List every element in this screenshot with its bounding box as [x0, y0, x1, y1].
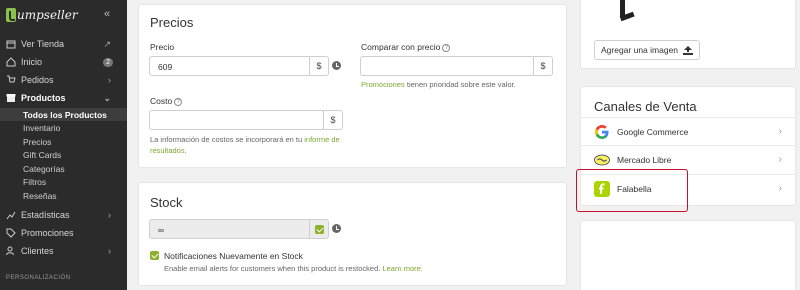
tag-icon: [6, 228, 16, 238]
sidebar-subitem-gift-cards[interactable]: Gift Cards: [0, 148, 127, 161]
schedule-price-clock-icon[interactable]: [332, 61, 341, 70]
promociones-note-text: tienen prioridad sobre este valor.: [404, 80, 516, 89]
chevron-down-icon: ⌄: [103, 92, 111, 103]
google-icon: [595, 124, 609, 139]
sidebar-subitem-filtros[interactable]: Filtros: [0, 175, 127, 188]
sidebar-item-clientes[interactable]: Clientes ›: [0, 243, 127, 259]
costo-label-text: Costo: [150, 96, 173, 106]
empty-card: [580, 220, 796, 290]
logo-mark-icon: [6, 8, 16, 22]
sidebar-item-pedidos[interactable]: Pedidos ›: [0, 72, 127, 88]
sidebar-item-estadisticas[interactable]: Estadísticas ›: [0, 207, 127, 223]
sidebar-item-label: Ver Tienda: [21, 39, 65, 49]
notify-restock-label: Notificaciones Nuevamente en Stock: [164, 251, 303, 261]
sidebar-item-inicio[interactable]: Inicio 2: [0, 54, 127, 70]
sidebar-subitem-precios[interactable]: Precios: [0, 135, 127, 148]
chevron-right-icon: ›: [778, 183, 782, 194]
chevron-right-icon: ›: [108, 210, 111, 220]
canales-title: Canales de Venta: [594, 99, 697, 114]
logo-text: umpseller: [17, 8, 78, 22]
sidebar: umpseller « Ver Tienda ↗ Inicio 2 Pedido…: [0, 0, 127, 290]
notify-restock-desc-text: Enable email alerts for customers when t…: [164, 264, 383, 273]
precio-currency-addon: $: [309, 56, 329, 76]
learn-more-link[interactable]: Learn more.: [382, 264, 422, 273]
users-icon: [6, 246, 14, 256]
promociones-link[interactable]: Promociones: [361, 80, 405, 89]
box-icon: [6, 94, 16, 102]
sidebar-subitem-categorias[interactable]: Categorías: [0, 162, 127, 175]
upload-icon: [683, 45, 694, 55]
sidebar-subitem-label: Filtros: [23, 176, 47, 187]
comparar-label-text: Comparar con precio: [361, 42, 441, 52]
sidebar-item-label: Estadísticas: [21, 210, 70, 220]
sidebar-item-label: Pedidos: [21, 75, 54, 85]
comparar-precio-input[interactable]: [360, 56, 534, 76]
promociones-note: Promociones tienen prioridad sobre este …: [361, 79, 516, 90]
help-icon[interactable]: ?: [174, 97, 183, 106]
precio-input[interactable]: 609: [149, 56, 311, 76]
sidebar-subitem-label: Todos los Productos: [23, 109, 107, 120]
costo-note-text: La información de costos se incorporará …: [150, 135, 305, 144]
sidebar-item-label: Promociones: [21, 228, 74, 238]
agregar-imagen-button[interactable]: Agregar una imagen: [594, 40, 701, 60]
comparar-label: Comparar con precio?: [361, 42, 451, 52]
notification-badge: 2: [103, 57, 113, 67]
agregar-imagen-label: Agregar una imagen: [601, 45, 679, 55]
costo-note-end: .: [184, 146, 187, 155]
sidebar-item-label: Clientes: [21, 246, 54, 256]
storefront-icon: [6, 40, 16, 49]
channel-google-commerce[interactable]: Google Commerce ›: [580, 117, 796, 145]
precios-title: Precios: [150, 15, 194, 30]
chart-icon: [6, 211, 16, 220]
precio-label: Precio: [150, 42, 175, 52]
falabella-highlight-box: [576, 169, 688, 212]
channel-label: Google Commerce: [617, 126, 689, 137]
channel-label: Mercado Libre: [617, 154, 672, 165]
chevron-right-icon: ›: [778, 154, 782, 165]
sidebar-subitem-todos-productos[interactable]: Todos los Productos: [0, 108, 127, 121]
jumpseller-logo[interactable]: umpseller: [6, 8, 78, 22]
sidebar-item-ver-tienda[interactable]: Ver Tienda ↗: [0, 36, 127, 52]
sidebar-item-label: Productos: [21, 93, 66, 103]
cart-icon: [7, 75, 16, 83]
costo-note: La información de costos se incorporará …: [150, 134, 350, 156]
schedule-stock-clock-icon[interactable]: [332, 224, 341, 233]
mercado-libre-icon: [594, 154, 610, 165]
product-image-thumbnail[interactable]: [616, 0, 640, 22]
sidebar-subitem-label: Precios: [23, 136, 52, 147]
help-icon[interactable]: ?: [442, 43, 451, 52]
costo-label: Costo?: [150, 96, 183, 106]
chevron-right-icon: ›: [108, 246, 111, 256]
sidebar-item-promociones[interactable]: Promociones: [0, 225, 127, 241]
sidebar-subitem-label: Categorías: [23, 163, 65, 174]
chevron-right-icon: ›: [778, 126, 782, 137]
sidebar-subitem-inventario[interactable]: Inventario: [0, 121, 127, 134]
sidebar-subitem-label: Gift Cards: [23, 149, 62, 160]
sidebar-subitem-resenas[interactable]: Reseñas: [0, 189, 127, 202]
sidebar-item-label: Inicio: [21, 57, 43, 67]
chevron-right-icon: ›: [108, 75, 111, 85]
sidebar-subitem-label: Reseñas: [23, 190, 57, 201]
costo-currency-addon: $: [323, 110, 343, 130]
comparar-currency-addon: $: [533, 56, 553, 76]
collapse-sidebar-icon[interactable]: «: [104, 8, 110, 20]
sidebar-item-productos[interactable]: Productos ⌄: [0, 90, 127, 106]
costo-input[interactable]: [149, 110, 324, 130]
external-link-icon: ↗: [103, 38, 111, 49]
unlimited-stock-checkbox-icon: [315, 225, 324, 234]
section-title-personalizacion: PERSONALIZACIÓN: [6, 275, 71, 281]
unlimited-stock-toggle[interactable]: [309, 219, 329, 239]
sidebar-subitem-label: Inventario: [23, 122, 61, 133]
stock-title: Stock: [150, 195, 183, 210]
home-icon: [6, 57, 16, 67]
notify-restock-desc: Enable email alerts for customers when t…: [164, 263, 423, 274]
notify-restock-checkbox[interactable]: [150, 251, 159, 260]
stock-quantity-input[interactable]: ∞: [149, 219, 311, 239]
